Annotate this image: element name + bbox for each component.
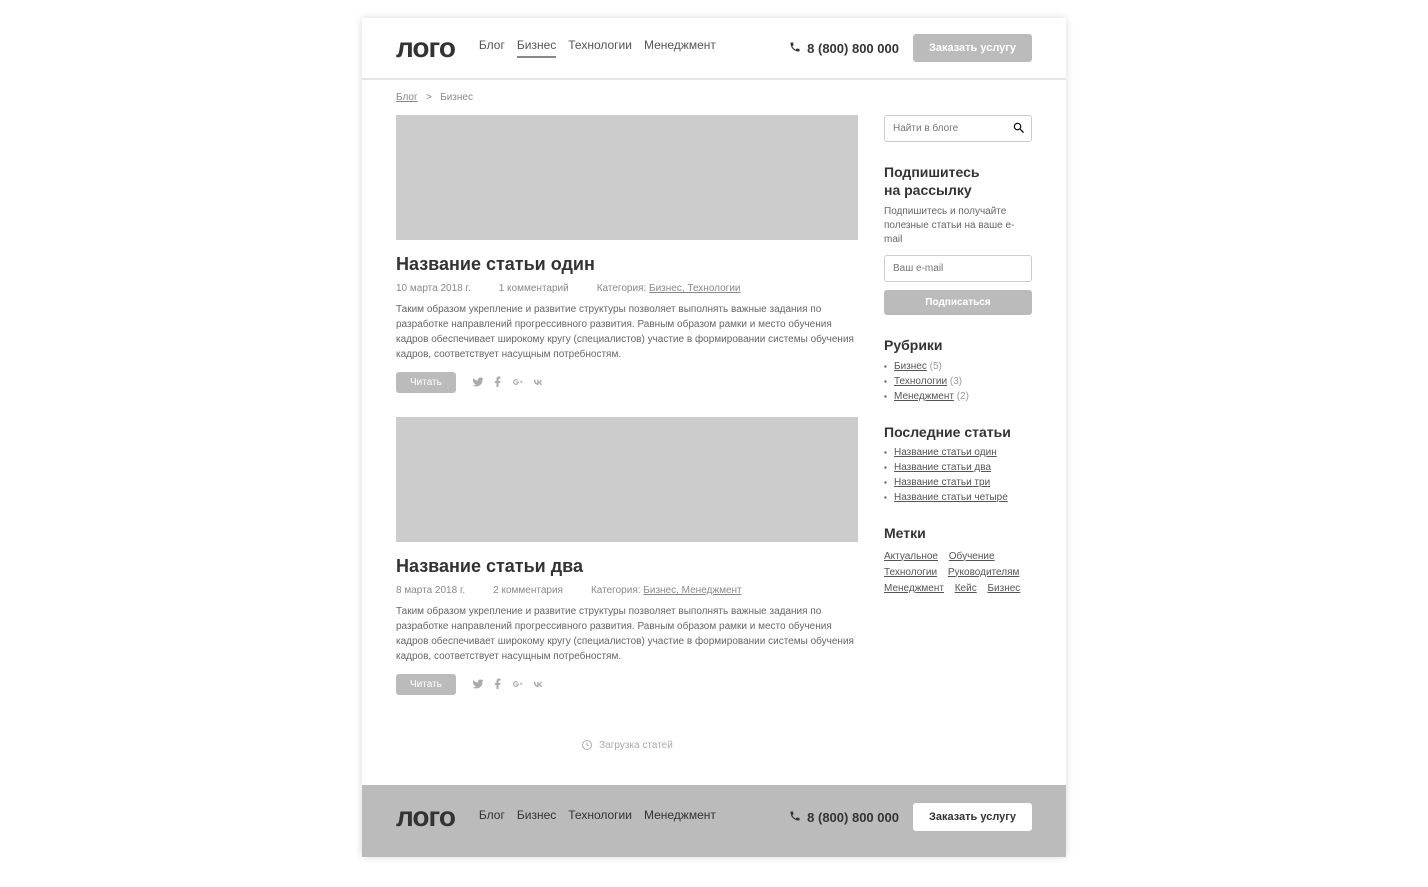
footer-nav-blog[interactable]: Блог <box>479 808 505 826</box>
twitter-icon[interactable] <box>472 375 484 391</box>
subscribe-block: Подпишитесь на рассылку Подпишитесь и по… <box>884 164 1032 315</box>
list-item[interactable]: Бизнес (5) <box>884 361 1032 372</box>
subscribe-button[interactable]: Подписаться <box>884 290 1032 315</box>
list-item[interactable]: Технологии (3) <box>884 376 1032 387</box>
clock-icon <box>581 739 593 751</box>
article-category: Категория: Бизнес, Технологии <box>597 283 741 294</box>
article-image[interactable] <box>396 417 858 542</box>
nav-item-tech[interactable]: Технологии <box>568 38 632 58</box>
article-meta: 10 марта 2018 г. 1 комментарий Категория… <box>396 283 858 294</box>
article-comments[interactable]: 2 комментария <box>493 585 563 596</box>
main-nav: Блог Бизнес Технологии Менеджмент <box>479 38 716 58</box>
phone[interactable]: 8 (800) 800 000 <box>789 41 899 56</box>
footer-logo[interactable]: лого <box>396 801 455 833</box>
breadcrumb-root[interactable]: Блог <box>396 92 418 103</box>
article-comments[interactable]: 1 комментарий <box>499 283 569 294</box>
article-card: Название статьи два 8 марта 2018 г. 2 ко… <box>396 417 858 695</box>
article-date: 8 марта 2018 г. <box>396 585 465 596</box>
vk-icon[interactable] <box>532 375 544 391</box>
tag[interactable]: Технологии <box>884 565 937 581</box>
tag[interactable]: Руководителям <box>948 565 1020 581</box>
tag[interactable]: Менеджмент <box>884 581 944 597</box>
sidebar: Подпишитесь на рассылку Подпишитесь и по… <box>884 115 1032 761</box>
search-box <box>884 115 1032 142</box>
tag[interactable]: Бизнес <box>987 581 1020 597</box>
footer-nav: Блог Бизнес Технологии Менеджмент <box>479 808 716 826</box>
tag[interactable]: Актуальное <box>884 549 938 565</box>
gplus-icon[interactable] <box>512 677 524 693</box>
nav-item-business[interactable]: Бизнес <box>517 38 556 58</box>
share-icons <box>472 677 544 693</box>
read-button[interactable]: Читать <box>396 372 456 393</box>
logo[interactable]: лого <box>396 32 455 64</box>
footer: лого Блог Бизнес Технологии Менеджмент 8… <box>362 785 1066 857</box>
article-title[interactable]: Название статьи один <box>396 254 858 275</box>
article-meta: 8 марта 2018 г. 2 комментария Категория:… <box>396 585 858 596</box>
email-input[interactable] <box>884 255 1032 282</box>
nav-item-blog[interactable]: Блог <box>479 38 505 58</box>
article-title[interactable]: Название статьи два <box>396 556 858 577</box>
article-card: Название статьи один 10 марта 2018 г. 1 … <box>396 115 858 393</box>
article-date: 10 марта 2018 г. <box>396 283 471 294</box>
article-excerpt: Таким образом укрепление и развитие стру… <box>396 302 858 362</box>
tag-cloud: Актуальное Обучение Технологии Руководит… <box>884 549 1032 597</box>
article-image[interactable] <box>396 115 858 240</box>
order-button[interactable]: Заказать услугу <box>913 34 1032 62</box>
nav-item-management[interactable]: Менеджмент <box>644 38 716 58</box>
recent-block: Последние статьи Название статьи один На… <box>884 424 1032 504</box>
article-category: Категория: Бизнес, Менеджмент <box>591 585 742 596</box>
list-item[interactable]: Менеджмент (2) <box>884 391 1032 402</box>
categories-heading: Рубрики <box>884 337 1032 355</box>
phone-icon <box>789 810 801 825</box>
gplus-icon[interactable] <box>512 375 524 391</box>
phone-icon <box>789 41 801 56</box>
breadcrumb-current: Бизнес <box>440 92 473 103</box>
article-actions: Читать <box>396 674 858 695</box>
footer-nav-business[interactable]: Бизнес <box>517 808 556 826</box>
facebook-icon[interactable] <box>492 375 504 391</box>
phone-number: 8 (800) 800 000 <box>807 41 899 56</box>
footer-order-button[interactable]: Заказать услугу <box>913 803 1032 831</box>
twitter-icon[interactable] <box>472 677 484 693</box>
search-icon[interactable] <box>1012 121 1026 135</box>
categories-block: Рубрики Бизнес (5) Технологии (3) Менедж… <box>884 337 1032 402</box>
vk-icon[interactable] <box>532 677 544 693</box>
list-item[interactable]: Название статьи один <box>884 447 1032 458</box>
tag[interactable]: Обучение <box>949 549 995 565</box>
header: лого Блог Бизнес Технологии Менеджмент 8… <box>362 18 1066 80</box>
recent-heading: Последние статьи <box>884 424 1032 442</box>
facebook-icon[interactable] <box>492 677 504 693</box>
share-icons <box>472 375 544 391</box>
footer-nav-management[interactable]: Менеджмент <box>644 808 716 826</box>
article-actions: Читать <box>396 372 858 393</box>
search-input[interactable] <box>884 115 1032 142</box>
subscribe-heading: Подпишитесь на рассылку <box>884 164 1032 199</box>
loader: Загрузка статей <box>396 719 858 761</box>
breadcrumb: Блог > Бизнес <box>362 80 1066 115</box>
tags-block: Метки Актуальное Обучение Технологии Рук… <box>884 525 1032 597</box>
subscribe-text: Подпишитесь и получайте полезные статьи … <box>884 205 1032 247</box>
list-item[interactable]: Название статьи три <box>884 477 1032 488</box>
breadcrumb-sep: > <box>426 92 432 103</box>
loader-text: Загрузка статей <box>599 740 673 751</box>
article-excerpt: Таким образом укрепление и развитие стру… <box>396 604 858 664</box>
footer-phone[interactable]: 8 (800) 800 000 <box>789 810 899 825</box>
list-item[interactable]: Название статьи четыре <box>884 492 1032 503</box>
footer-nav-tech[interactable]: Технологии <box>568 808 632 826</box>
tags-heading: Метки <box>884 525 1032 543</box>
main-column: Название статьи один 10 марта 2018 г. 1 … <box>396 115 858 761</box>
list-item[interactable]: Название статьи два <box>884 462 1032 473</box>
read-button[interactable]: Читать <box>396 674 456 695</box>
tag[interactable]: Кейс <box>955 581 977 597</box>
footer-phone-number: 8 (800) 800 000 <box>807 810 899 825</box>
